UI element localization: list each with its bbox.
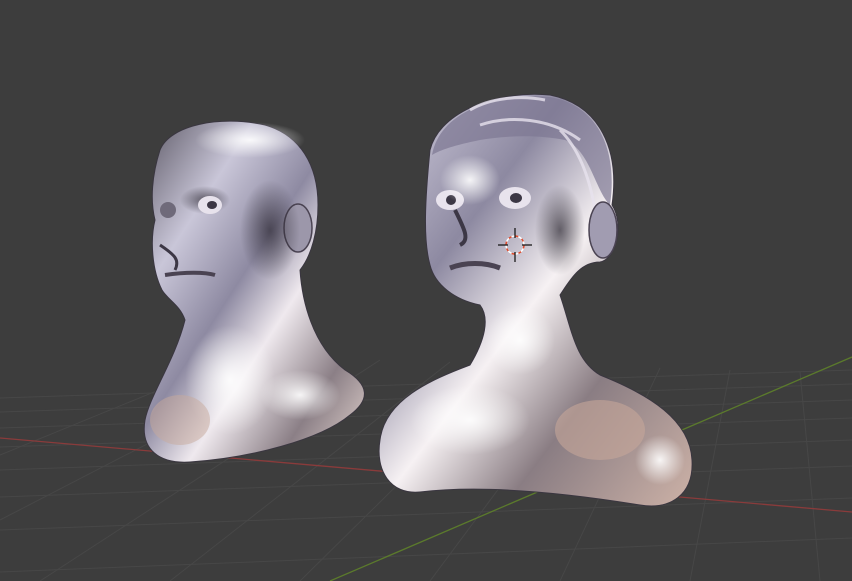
3d-viewport[interactable] [0, 0, 852, 581]
haired-head-bust[interactable] [378, 93, 693, 507]
bald-head-bust[interactable] [143, 120, 365, 463]
